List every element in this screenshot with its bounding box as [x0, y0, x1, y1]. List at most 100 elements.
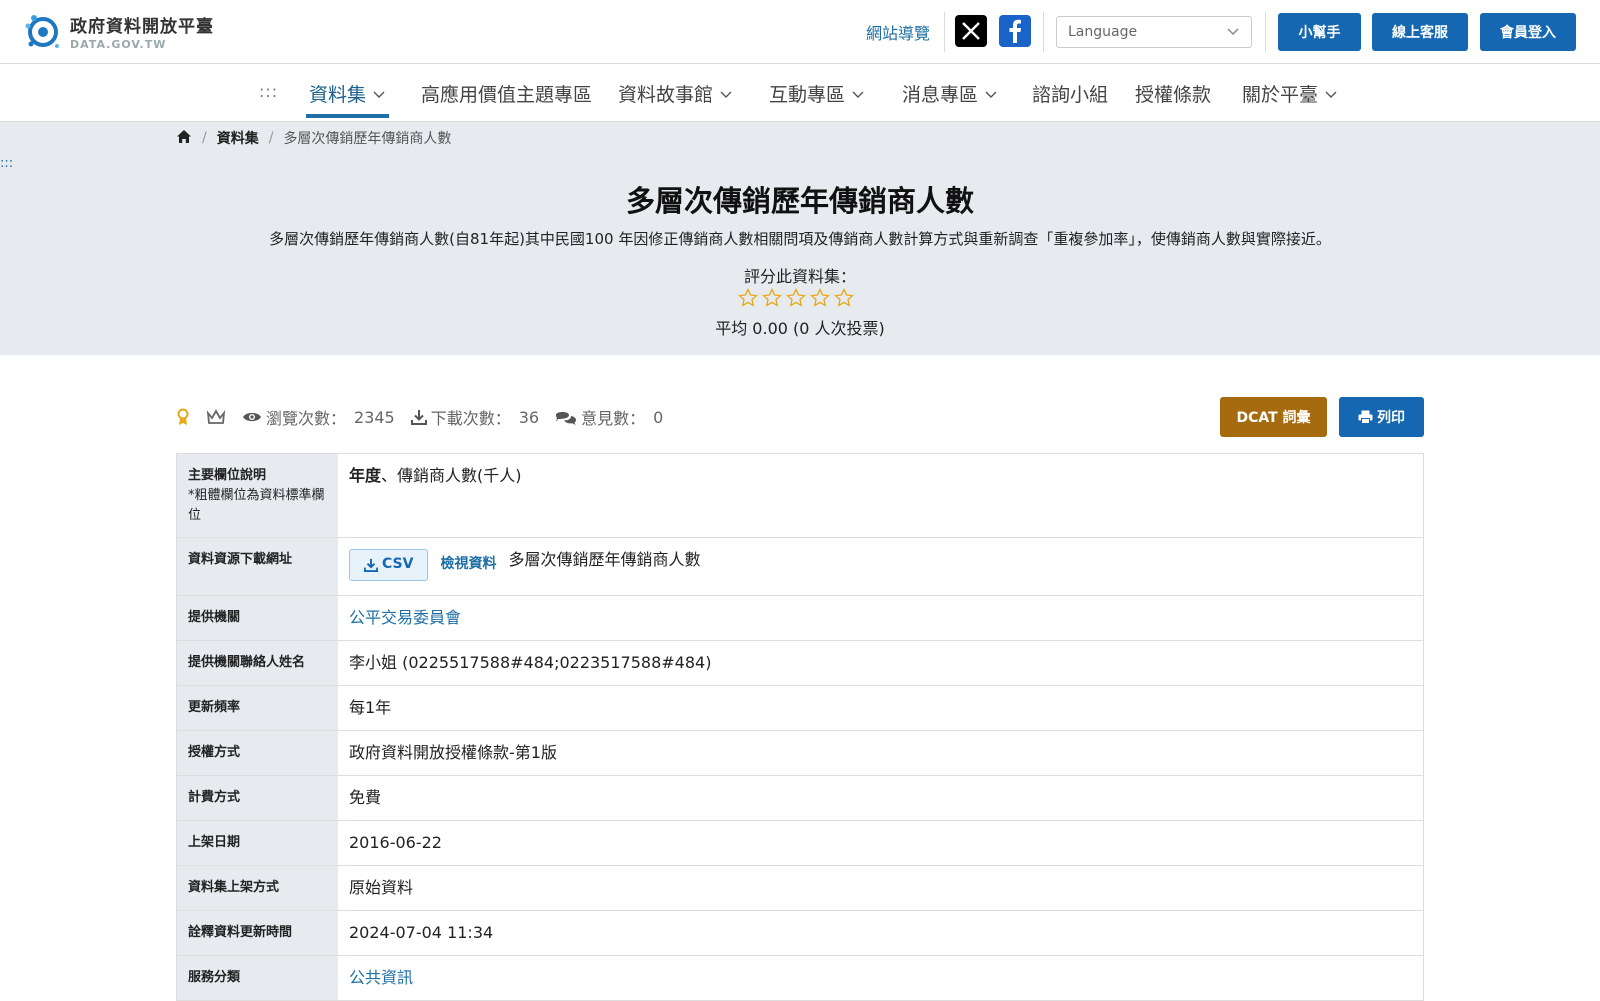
table-row: 提供機關聯絡人姓名 李小姐 (0225517588#484;0223517588…: [177, 641, 1423, 686]
rating-label: 評分此資料集：: [743, 267, 856, 286]
crown-icon: [206, 409, 226, 425]
site-logo[interactable]: 政府資料開放平臺 DATA.GOV.TW: [22, 10, 214, 52]
language-select[interactable]: Language: [1056, 16, 1252, 48]
breadcrumb-separator: /: [268, 130, 274, 146]
star-icon[interactable]: [762, 288, 782, 308]
eye-icon: [243, 412, 261, 422]
breadcrumb-current: 多層次傳銷歷年傳銷商人數: [283, 131, 452, 147]
content-accesskey[interactable]: :::: [0, 156, 13, 171]
star-icon[interactable]: [738, 288, 758, 308]
row-value: 公平交易委員會: [338, 596, 1423, 640]
print-button[interactable]: 列印: [1339, 397, 1424, 437]
row-value: CSV 檢視資料 多層次傳銷歷年傳銷商人數: [338, 538, 1423, 595]
top-header: 政府資料開放平臺 DATA.GOV.TW 網站導覽 Language 小幫手 線…: [0, 0, 1600, 64]
nav-item-label: 消息專區: [902, 84, 979, 106]
table-row: 資料集上架方式 原始資料: [177, 866, 1423, 911]
table-row: 更新頻率 每1年: [177, 686, 1423, 731]
print-label: 列印: [1377, 410, 1405, 426]
views-label: 瀏覽次數：: [266, 409, 347, 428]
fee-value: 免費: [349, 788, 382, 807]
csv-download-button[interactable]: CSV: [349, 549, 429, 581]
views-stat: 瀏覽次數： 2345: [242, 405, 395, 429]
row-label: 資料資源下載網址: [177, 538, 338, 595]
contact-value: 李小姐 (0225517588#484;0223517588#484): [349, 653, 712, 672]
fields-note: *粗體欄位為資料標準欄位: [188, 488, 325, 524]
facebook-icon[interactable]: [999, 15, 1031, 47]
nav-item-high-value[interactable]: 高應用價值主題專區: [421, 80, 592, 107]
chevron-down-icon: [1325, 91, 1337, 98]
dcat-button[interactable]: DCAT 詞彙: [1220, 397, 1327, 437]
active-tab-indicator: [306, 114, 389, 118]
nav-item-about[interactable]: 關於平臺: [1242, 80, 1338, 107]
table-row: 授權方式 政府資料開放授權條款-第1版: [177, 731, 1423, 776]
chevron-down-icon: [720, 91, 732, 98]
logo-title: 政府資料開放平臺: [70, 16, 214, 37]
home-icon[interactable]: [176, 129, 192, 148]
rating-stars[interactable]: [738, 288, 854, 308]
star-icon[interactable]: [810, 288, 830, 308]
breadcrumb-datasets[interactable]: 資料集: [217, 128, 259, 148]
nav-item-interactive[interactable]: 互動專區: [769, 80, 865, 107]
nav-item-advisory[interactable]: 諮詢小組: [1032, 80, 1108, 107]
field-standard: 年度: [349, 466, 382, 485]
method-value: 原始資料: [349, 878, 414, 897]
breadcrumb: / 資料集 / 多層次傳銷歷年傳銷商人數: [176, 128, 451, 148]
nav-item-label: 資料集: [309, 84, 367, 106]
row-label: 詮釋資料更新時間: [177, 911, 338, 955]
nav-item-label: 諮詢小組: [1032, 84, 1109, 106]
row-label: 提供機關聯絡人姓名: [177, 641, 338, 685]
csv-label: CSV: [382, 556, 414, 573]
divider: [1043, 12, 1044, 52]
comments-icon: [556, 412, 577, 425]
dataset-hero: / 資料集 / 多層次傳銷歷年傳銷商人數 ::: 多層次傳銷歷年傳銷商人數 多層…: [0, 122, 1600, 355]
online-support-button[interactable]: 線上客服: [1372, 13, 1468, 51]
comments-label: 意見數：: [581, 409, 646, 428]
row-label: 上架日期: [177, 821, 338, 865]
nav-item-datasets[interactable]: 資料集: [309, 80, 386, 107]
nav-item-stories[interactable]: 資料故事館: [618, 80, 733, 107]
table-row: 資料資源下載網址 CSV 檢視資料 多層次傳銷歷年傳銷商人數: [177, 538, 1423, 596]
download-icon: [410, 410, 427, 425]
row-value: 年度、傳銷商人數(千人): [338, 454, 1423, 537]
comments-count: 0: [653, 407, 664, 427]
downloads-count: 36: [518, 407, 540, 427]
dataset-stats: 瀏覽次數： 2345 下載次數： 36 意見數： 0: [176, 405, 679, 429]
x-twitter-icon[interactable]: [955, 15, 987, 47]
sitemap-link[interactable]: 網站導覽: [866, 20, 930, 44]
nav-accesskey[interactable]: :::: [259, 82, 278, 101]
row-label: 服務分類: [177, 956, 338, 1000]
category-link[interactable]: 公共資訊: [349, 967, 413, 989]
view-data-link[interactable]: 檢視資料: [440, 555, 496, 575]
download-icon: [364, 558, 378, 572]
chevron-down-icon: [373, 91, 385, 98]
nav-item-label: 授權條款: [1135, 84, 1212, 106]
frequency-value: 每1年: [349, 698, 392, 717]
breadcrumb-separator: /: [202, 130, 207, 146]
logo-subtitle: DATA.GOV.TW: [70, 37, 167, 51]
table-row: 服務分類 公共資訊: [177, 956, 1423, 1001]
star-icon[interactable]: [834, 288, 854, 308]
nav-item-license[interactable]: 授權條款: [1135, 80, 1211, 107]
main-nav: ::: 資料集 高應用價值主題專區 資料故事館 互動專區 消息專區 諮詢小組 授…: [0, 64, 1600, 122]
views-count: 2345: [354, 407, 395, 427]
language-select-value: Language: [1068, 24, 1138, 40]
downloads-stat: 下載次數： 36: [410, 405, 540, 429]
badge-icon: [176, 408, 190, 426]
meta-updated-value: 2024-07-04 11:34: [349, 923, 494, 942]
published-value: 2016-06-22: [349, 833, 442, 852]
helper-button[interactable]: 小幫手: [1278, 13, 1361, 51]
comments-stat: 意見數： 0: [555, 405, 663, 429]
field-other: 、傳銷商人數(千人): [381, 466, 522, 485]
agency-link[interactable]: 公平交易委員會: [349, 607, 461, 629]
printer-icon: [1358, 410, 1373, 424]
table-row: 計費方式 免費: [177, 776, 1423, 821]
fields-label: 主要欄位說明: [188, 468, 267, 483]
nav-item-news[interactable]: 消息專區: [902, 80, 998, 107]
row-label: 更新頻率: [177, 686, 338, 730]
nav-item-label: 高應用價值主題專區: [421, 84, 593, 106]
login-button[interactable]: 會員登入: [1480, 13, 1576, 51]
row-label: 授權方式: [177, 731, 338, 775]
star-icon[interactable]: [786, 288, 806, 308]
downloads-label: 下載次數：: [430, 409, 511, 428]
divider: [944, 12, 945, 52]
